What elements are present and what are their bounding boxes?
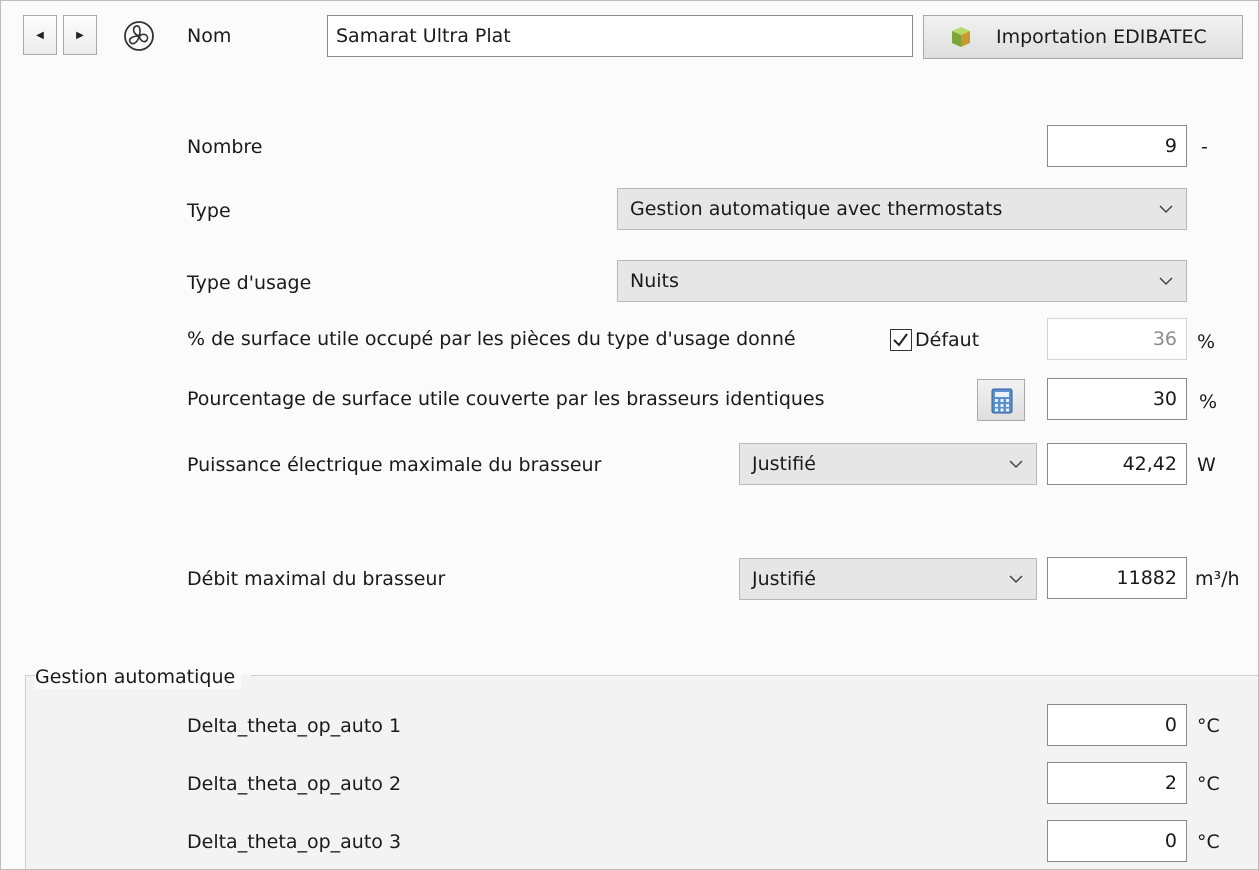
type-usage-selected-value: Nuits [630,270,679,292]
chevron-down-icon [1008,559,1024,599]
pct-surface-couverte-unit: % [1199,391,1218,413]
delta-theta-1-unit: °C [1197,715,1220,737]
next-button[interactable]: ▶ [63,15,97,55]
debit-input[interactable]: 11882 [1047,557,1187,599]
gestion-automatique-title: Gestion automatique [35,665,242,689]
delta-theta-1-input[interactable]: 0 [1047,704,1187,746]
type-selected-value: Gestion automatique avec thermostats [630,198,1003,220]
pct-surface-occupee-label: % de surface utile occupé par les pièces… [187,328,796,350]
puissance-mode-select[interactable]: Justifié [739,443,1037,485]
defaut-label: Défaut [915,329,980,351]
debit-mode-select[interactable]: Justifié [739,558,1037,600]
chevron-down-icon [1158,189,1174,229]
pct-surface-occupee-unit: % [1197,331,1216,353]
delta-theta-1-label: Delta_theta_op_auto 1 [187,715,402,737]
group-border [251,675,1258,676]
nombre-unit: - [1201,136,1208,158]
delta-theta-2-label: Delta_theta_op_auto 2 [187,773,402,795]
defaut-checkbox[interactable] [890,329,912,351]
fan-icon [123,20,155,52]
delta-theta-3-unit: °C [1197,831,1220,853]
pct-surface-couverte-label: Pourcentage de surface utile couverte pa… [187,388,825,410]
type-usage-label: Type d'usage [187,272,312,294]
import-button-label: Importation EDIBATEC [996,26,1207,48]
calculator-button[interactable] [977,379,1025,421]
previous-button[interactable]: ◀ [23,15,57,55]
puissance-mode-selected: Justifié [752,453,816,475]
puissance-label: Puissance électrique maximale du brasseu… [187,454,602,476]
debit-label: Débit maximal du brasseur [187,568,446,590]
name-input[interactable]: Samarat Ultra Plat [327,15,913,57]
delta-theta-2-input[interactable]: 2 [1047,762,1187,804]
chevron-down-icon [1008,444,1024,484]
delta-theta-3-label: Delta_theta_op_auto 3 [187,831,402,853]
type-label: Type [187,200,231,222]
group-border [25,675,35,676]
delta-theta-3-input[interactable]: 0 [1047,820,1187,862]
nombre-input[interactable]: 9 [1047,125,1187,167]
type-usage-select[interactable]: Nuits [617,260,1187,302]
nombre-label: Nombre [187,136,263,158]
debit-unit: m³/h [1195,568,1240,590]
calculator-icon [991,388,1013,414]
group-border [25,675,26,869]
pct-surface-occupee-input[interactable]: 36 [1047,318,1187,360]
form-panel: ◀ ▶ Nom Samarat Ultra Plat Importation E… [0,0,1259,870]
debit-mode-selected: Justifié [752,568,816,590]
puissance-unit: W [1197,454,1216,476]
triangle-right-icon: ▶ [76,29,84,41]
type-select[interactable]: Gestion automatique avec thermostats [617,188,1187,230]
chevron-down-icon [1158,261,1174,301]
cube-icon [950,25,972,49]
pct-surface-couverte-input[interactable]: 30 [1047,378,1187,420]
name-label: Nom [187,25,232,47]
import-edibatec-button[interactable]: Importation EDIBATEC [923,15,1243,59]
delta-theta-2-unit: °C [1197,773,1220,795]
puissance-input[interactable]: 42,42 [1047,443,1187,485]
triangle-left-icon: ◀ [36,29,44,41]
